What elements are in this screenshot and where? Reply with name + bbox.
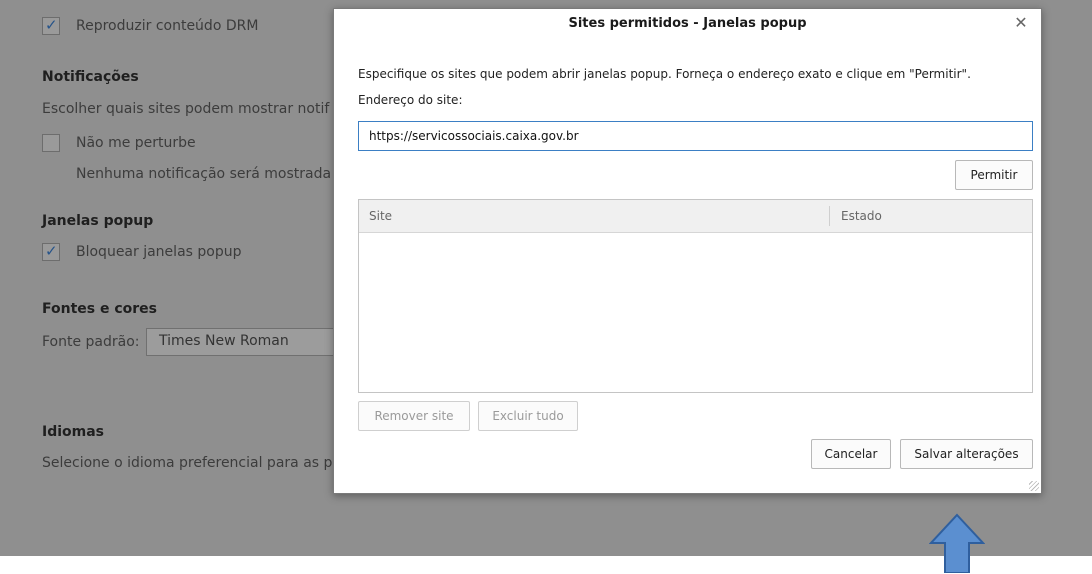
do-not-disturb-checkbox[interactable] [42,134,60,152]
close-icon[interactable]: ✕ [1011,13,1031,33]
fonts-heading: Fontes e cores [42,301,157,317]
do-not-disturb-description: Nenhuma notificação será mostrada [76,166,332,182]
notifications-heading: Notificações [42,69,139,85]
cancel-button-label: Cancelar [824,447,878,461]
column-separator[interactable] [829,206,830,226]
allow-button-label: Permitir [970,168,1018,182]
drm-label: Reproduzir conteúdo DRM [76,18,259,34]
languages-heading: Idiomas [42,424,105,440]
remove-site-button[interactable]: Remover site [358,401,470,431]
languages-description: Selecione o idioma preferencial para as … [42,455,333,471]
up-arrow-icon [929,513,985,573]
notifications-description: Escolher quais sites podem mostrar notif [42,101,330,117]
drm-checkbox[interactable] [42,16,60,35]
save-changes-button-label: Salvar alterações [914,447,1019,461]
address-input[interactable]: https://servicossociais.caixa.gov.br [358,121,1033,151]
column-header-site[interactable]: Site [369,200,392,232]
dialog-title: Sites permitidos - Janelas popup [568,16,807,31]
default-font-select[interactable]: Times New Roman [146,328,336,356]
address-label: Endereço do site: [358,93,463,107]
save-changes-button[interactable]: Salvar alterações [900,439,1033,469]
dialog-description: Especifique os sites que podem abrir jan… [358,67,971,81]
do-not-disturb-label: Não me perturbe [76,135,196,151]
allow-button[interactable]: Permitir [955,160,1033,190]
allowed-sites-popup-dialog: Sites permitidos - Janelas popup ✕ Espec… [333,8,1042,494]
remove-site-button-label: Remover site [374,409,454,423]
cancel-button[interactable]: Cancelar [811,439,891,469]
resize-grip-icon[interactable] [1029,481,1039,491]
remove-all-button[interactable]: Excluir tudo [478,401,578,431]
block-popups-checkbox[interactable] [42,242,60,261]
column-header-status[interactable]: Estado [841,200,882,232]
sites-table-header: Site Estado [359,200,1032,233]
sites-table: Site Estado [358,199,1033,393]
popups-heading: Janelas popup [42,213,154,229]
block-popups-label: Bloquear janelas popup [76,244,242,260]
remove-all-button-label: Excluir tudo [492,409,564,423]
default-font-label: Fonte padrão: [42,334,140,350]
